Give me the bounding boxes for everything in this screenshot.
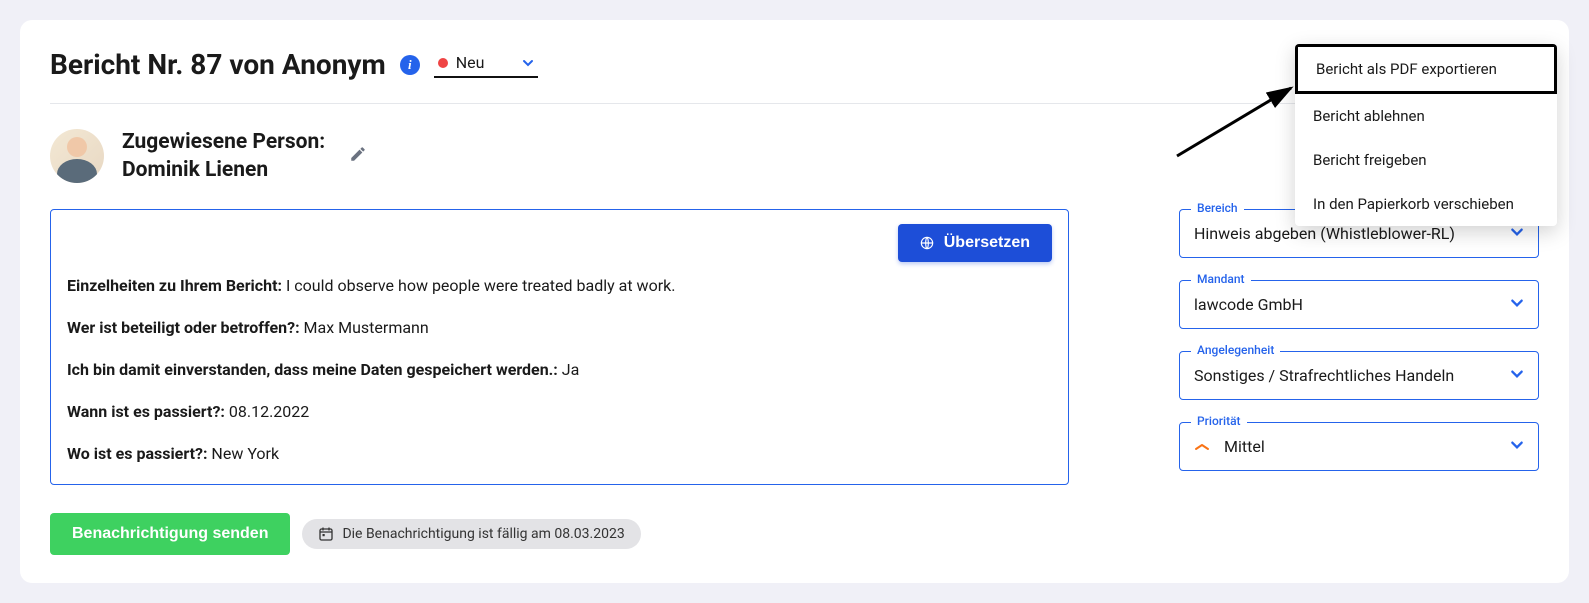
assignee-name: Dominik Lienen — [122, 156, 325, 184]
menu-release-report[interactable]: Bericht freigeben — [1295, 138, 1557, 182]
status-text: Neu — [456, 53, 485, 72]
report-card: Bericht Nr. 87 von Anonym i Neu Eingang … — [20, 20, 1569, 583]
notify-row: Benachrichtigung senden Die Benachrichti… — [50, 513, 1069, 555]
field-value: Hinweis abgeben (Whistleblower-RL) — [1194, 224, 1455, 243]
prioritaet-select[interactable]: Mittel — [1179, 422, 1539, 471]
menu-export-pdf[interactable]: Bericht als PDF exportieren — [1295, 44, 1557, 94]
field-mandant: Mandant lawcode GmbH — [1179, 280, 1539, 329]
translate-button[interactable]: Übersetzen — [898, 224, 1052, 262]
right-column: Bereich Hinweis abgeben (Whistleblower-R… — [1179, 209, 1539, 471]
chevron-down-icon — [522, 57, 534, 69]
translate-button-label: Übersetzen — [944, 234, 1030, 252]
calendar-icon — [318, 526, 334, 542]
due-text: Die Benachrichtigung ist fällig am 08.03… — [342, 526, 624, 542]
edit-icon[interactable] — [349, 145, 367, 167]
info-icon[interactable]: i — [400, 55, 420, 75]
main-row: Übersetzen Einzelheiten zu Ihrem Bericht… — [50, 209, 1539, 555]
angelegenheit-select[interactable]: Sonstiges / Strafrechtliches Handeln — [1179, 351, 1539, 400]
detail-line: Wann ist es passiert?: 08.12.2022 — [67, 400, 1052, 424]
detail-line: Wer ist beteiligt oder betroffen?: Max M… — [67, 316, 1052, 340]
assignee-text: Zugewiesene Person: Dominik Lienen — [122, 128, 325, 185]
detail-line: Einzelheiten zu Ihrem Bericht: I could o… — [67, 274, 1052, 298]
field-value: lawcode GmbH — [1194, 295, 1303, 314]
field-label: Angelegenheit — [1191, 343, 1280, 357]
status-dot-icon — [438, 58, 448, 68]
detail-line: Wo ist es passiert?: New York — [67, 442, 1052, 466]
priority-medium-icon — [1194, 437, 1210, 456]
details-box: Übersetzen Einzelheiten zu Ihrem Bericht… — [50, 209, 1069, 485]
action-menu: Bericht als PDF exportieren Bericht able… — [1295, 44, 1557, 226]
field-label: Bereich — [1191, 201, 1244, 215]
assignee-label: Zugewiesene Person: — [122, 128, 325, 156]
menu-move-to-trash[interactable]: In den Papierkorb verschieben — [1295, 182, 1557, 226]
chevron-down-icon — [1510, 437, 1524, 456]
send-notification-button[interactable]: Benachrichtigung senden — [50, 513, 290, 555]
status-select[interactable]: Neu — [434, 51, 539, 78]
report-title: Bericht Nr. 87 von Anonym — [50, 48, 386, 81]
chevron-down-icon — [1510, 295, 1524, 314]
chevron-down-icon — [1510, 366, 1524, 385]
field-value: Mittel — [1224, 437, 1265, 456]
field-label: Mandant — [1191, 272, 1251, 286]
due-chip: Die Benachrichtigung ist fällig am 08.03… — [302, 519, 640, 549]
field-angelegenheit: Angelegenheit Sonstiges / Strafrechtlich… — [1179, 351, 1539, 400]
chevron-down-icon — [1510, 224, 1524, 243]
left-column: Übersetzen Einzelheiten zu Ihrem Bericht… — [50, 209, 1069, 555]
mandant-select[interactable]: lawcode GmbH — [1179, 280, 1539, 329]
field-label: Priorität — [1191, 414, 1247, 428]
detail-line: Ich bin damit einverstanden, dass meine … — [67, 358, 1052, 382]
field-prioritaet: Priorität Mittel — [1179, 422, 1539, 471]
globe-icon — [920, 236, 934, 250]
title-wrap: Bericht Nr. 87 von Anonym i Neu — [50, 48, 538, 81]
field-value: Sonstiges / Strafrechtliches Handeln — [1194, 366, 1454, 385]
menu-reject-report[interactable]: Bericht ablehnen — [1295, 94, 1557, 138]
avatar — [50, 129, 104, 183]
